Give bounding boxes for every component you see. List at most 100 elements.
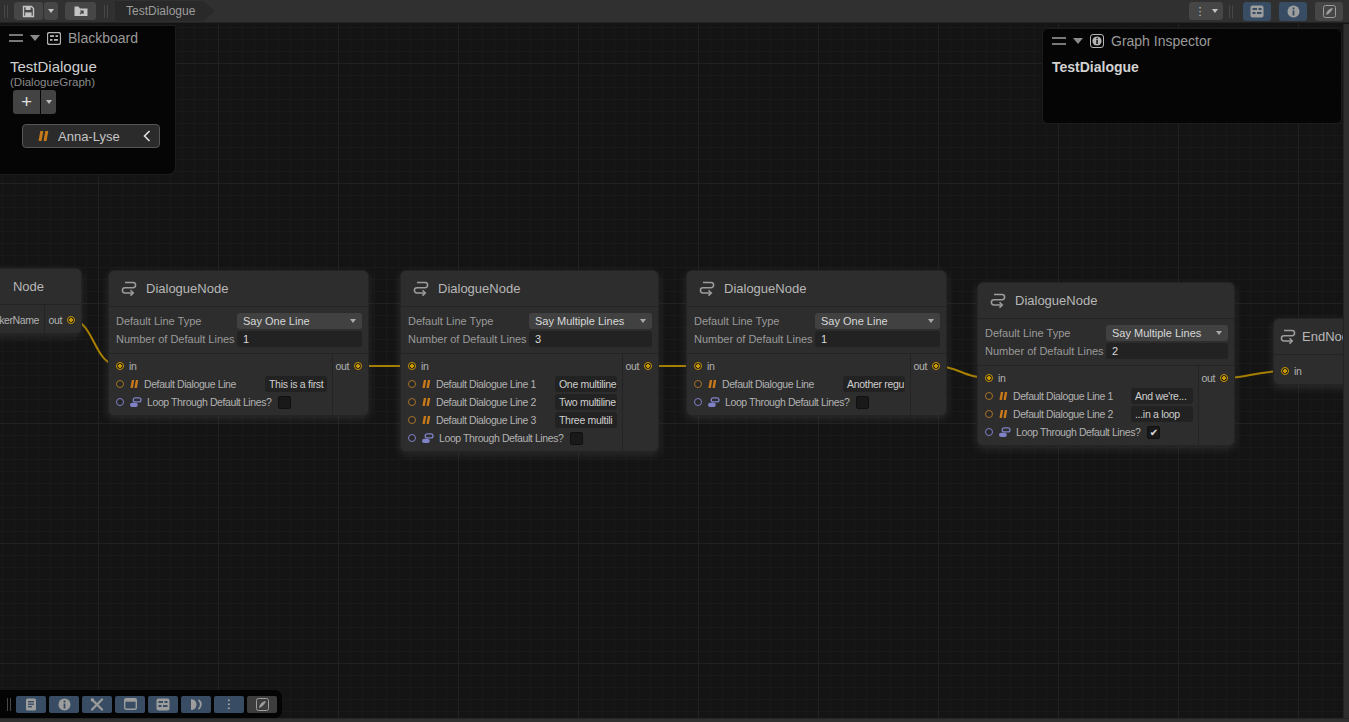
input-port[interactable]	[694, 362, 702, 370]
output-port[interactable]	[1220, 374, 1228, 382]
dialogue-node-4[interactable]: DialogueNodeDefault Line TypeSay Multipl…	[977, 282, 1235, 446]
quote-icon	[37, 131, 49, 141]
num-lines-input[interactable]: 1	[815, 331, 940, 347]
hamburger-icon[interactable]	[1052, 37, 1066, 44]
hamburger-icon[interactable]	[9, 34, 23, 41]
bottom-info-button[interactable]	[49, 696, 79, 713]
output-port[interactable]	[67, 316, 75, 324]
input-port[interactable]	[116, 362, 124, 370]
add-variable-button[interactable]: +	[13, 90, 40, 114]
node-property-section: Default Line TypeSay Multiple LinesNumbe…	[401, 307, 658, 354]
node-title-label: EndNode	[1302, 329, 1349, 344]
dialogue-line-value-field[interactable]: Three multili	[555, 412, 617, 428]
dialogue-line-port[interactable]	[408, 416, 416, 424]
dialogue-line-value-field[interactable]: One multiline	[555, 376, 617, 392]
num-lines-input[interactable]: 1	[237, 331, 362, 347]
port-label: Loop Through Default Lines?	[147, 396, 271, 408]
blackboard-panel: Blackboard TestDialogue (DialogueGraph) …	[0, 25, 176, 175]
loop-port[interactable]	[694, 398, 702, 406]
toggle-blackboard-button[interactable]	[1243, 2, 1271, 21]
toolbar-separator	[104, 5, 108, 18]
save-button[interactable]	[14, 2, 43, 20]
num-lines-label: Number of Default Lines	[985, 345, 1106, 357]
port-label: in	[707, 360, 714, 372]
bottom-more-button[interactable]: ⋮	[214, 696, 244, 713]
collapse-triangle-icon[interactable]	[30, 35, 40, 41]
save-dropdown-button[interactable]	[44, 2, 58, 20]
loop-port[interactable]	[985, 428, 993, 436]
bottom-blackboard-button[interactable]	[148, 696, 178, 713]
loop-checkbox[interactable]	[278, 396, 291, 409]
dialogue-line-value-field[interactable]: Two multiline	[555, 394, 617, 410]
dialogue-line-port[interactable]	[694, 380, 702, 388]
loop-icon	[421, 433, 434, 444]
add-variable-dropdown[interactable]	[41, 90, 56, 114]
dialogue-line-port[interactable]	[985, 392, 993, 400]
port-label: in	[129, 360, 136, 372]
graph-inspector-panel: Graph Inspector TestDialogue	[1042, 28, 1342, 124]
dialogue-line-value-field[interactable]: Another regu	[843, 376, 905, 392]
bottom-window-button[interactable]	[115, 696, 145, 713]
blackboard-variable-anna-lyse[interactable]: Anna-Lyse	[22, 124, 160, 148]
asset-breadcrumb-tab[interactable]: TestDialogue	[115, 1, 215, 21]
node-title-bar: DialogueNode	[109, 271, 368, 307]
dialogue-stack-icon	[988, 291, 1008, 310]
node-title-bar: DialogueNode	[687, 271, 946, 307]
dialogue-line-port[interactable]	[408, 398, 416, 406]
bottom-preview-button[interactable]	[247, 696, 277, 713]
dialogue-line-value-field[interactable]: ...in a loop	[1131, 406, 1193, 422]
open-asset-button[interactable]	[65, 2, 96, 20]
dialogue-line-value-field[interactable]: This is a first	[265, 376, 327, 392]
output-port[interactable]	[644, 362, 652, 370]
quote-icon	[707, 380, 717, 388]
dialogue-node-2[interactable]: DialogueNodeDefault Line TypeSay Multipl…	[400, 270, 659, 452]
port-label: out	[626, 360, 639, 372]
start-node-partial[interactable]: NodekerNameout	[0, 268, 82, 334]
chevron-down-icon	[46, 100, 52, 104]
dialogue-node-3[interactable]: DialogueNode Default Line TypeSay One Lin…	[686, 270, 947, 416]
loop-port[interactable]	[116, 398, 124, 406]
collapse-triangle-icon[interactable]	[1073, 38, 1083, 44]
node-property-section: Default Line TypeSay One LineNumber of D…	[109, 307, 368, 354]
input-port[interactable]	[408, 362, 416, 370]
toolbar-more-button[interactable]: ⋮	[1189, 2, 1223, 20]
dialogue-line-port[interactable]	[985, 410, 993, 418]
right-edge-scrollbar[interactable]	[1343, 24, 1349, 718]
line-type-value: Say Multiple Lines	[535, 315, 624, 327]
num-lines-input[interactable]: 3	[529, 331, 652, 347]
bottom-dialogue-button[interactable]	[181, 696, 211, 713]
toggle-inspector-button[interactable]	[1279, 2, 1307, 21]
port-label: out	[1202, 372, 1215, 384]
num-lines-input[interactable]: 2	[1106, 343, 1228, 359]
chevron-down-icon	[1212, 9, 1218, 13]
output-port[interactable]	[932, 362, 940, 370]
line-type-dropdown[interactable]: Say One Line	[815, 313, 940, 329]
bottom-doc-button[interactable]	[16, 696, 46, 713]
toggle-preview-button[interactable]	[1315, 2, 1343, 21]
dialogue-line-port[interactable]	[408, 380, 416, 388]
loop-checkbox[interactable]	[570, 432, 583, 445]
loop-checkbox[interactable]	[856, 396, 869, 409]
line-type-label: Default Line Type	[694, 315, 815, 327]
dialogue-line-value-field[interactable]: And we're...	[1131, 388, 1193, 404]
dialogue-stack-icon	[411, 279, 431, 298]
node-port-section: kerNameout	[0, 305, 81, 333]
num-lines-value: 3	[535, 333, 541, 345]
node-title-bar: DialogueNode	[978, 283, 1234, 319]
dialogue-node-1[interactable]: DialogueNodeDefault Line TypeSay One Lin…	[108, 270, 369, 416]
loop-checkbox[interactable]: ✔	[1147, 426, 1160, 439]
input-port[interactable]	[1281, 367, 1289, 375]
line-type-dropdown[interactable]: Say Multiple Lines	[529, 313, 652, 329]
toolbar-drag-handle[interactable]	[4, 5, 8, 18]
chevron-down-icon	[640, 319, 646, 323]
bottom-tools-button[interactable]	[82, 696, 112, 713]
line-type-dropdown[interactable]: Say Multiple Lines	[1106, 325, 1228, 341]
output-port[interactable]	[354, 362, 362, 370]
dialogue-line-port[interactable]	[116, 380, 124, 388]
loop-port[interactable]	[408, 434, 416, 442]
quote-icon	[129, 380, 139, 388]
end-node[interactable]: EndNodein	[1273, 318, 1349, 385]
line-type-dropdown[interactable]: Say One Line	[237, 313, 362, 329]
bottom-drag-handle[interactable]	[7, 698, 11, 711]
input-port[interactable]	[985, 374, 993, 382]
